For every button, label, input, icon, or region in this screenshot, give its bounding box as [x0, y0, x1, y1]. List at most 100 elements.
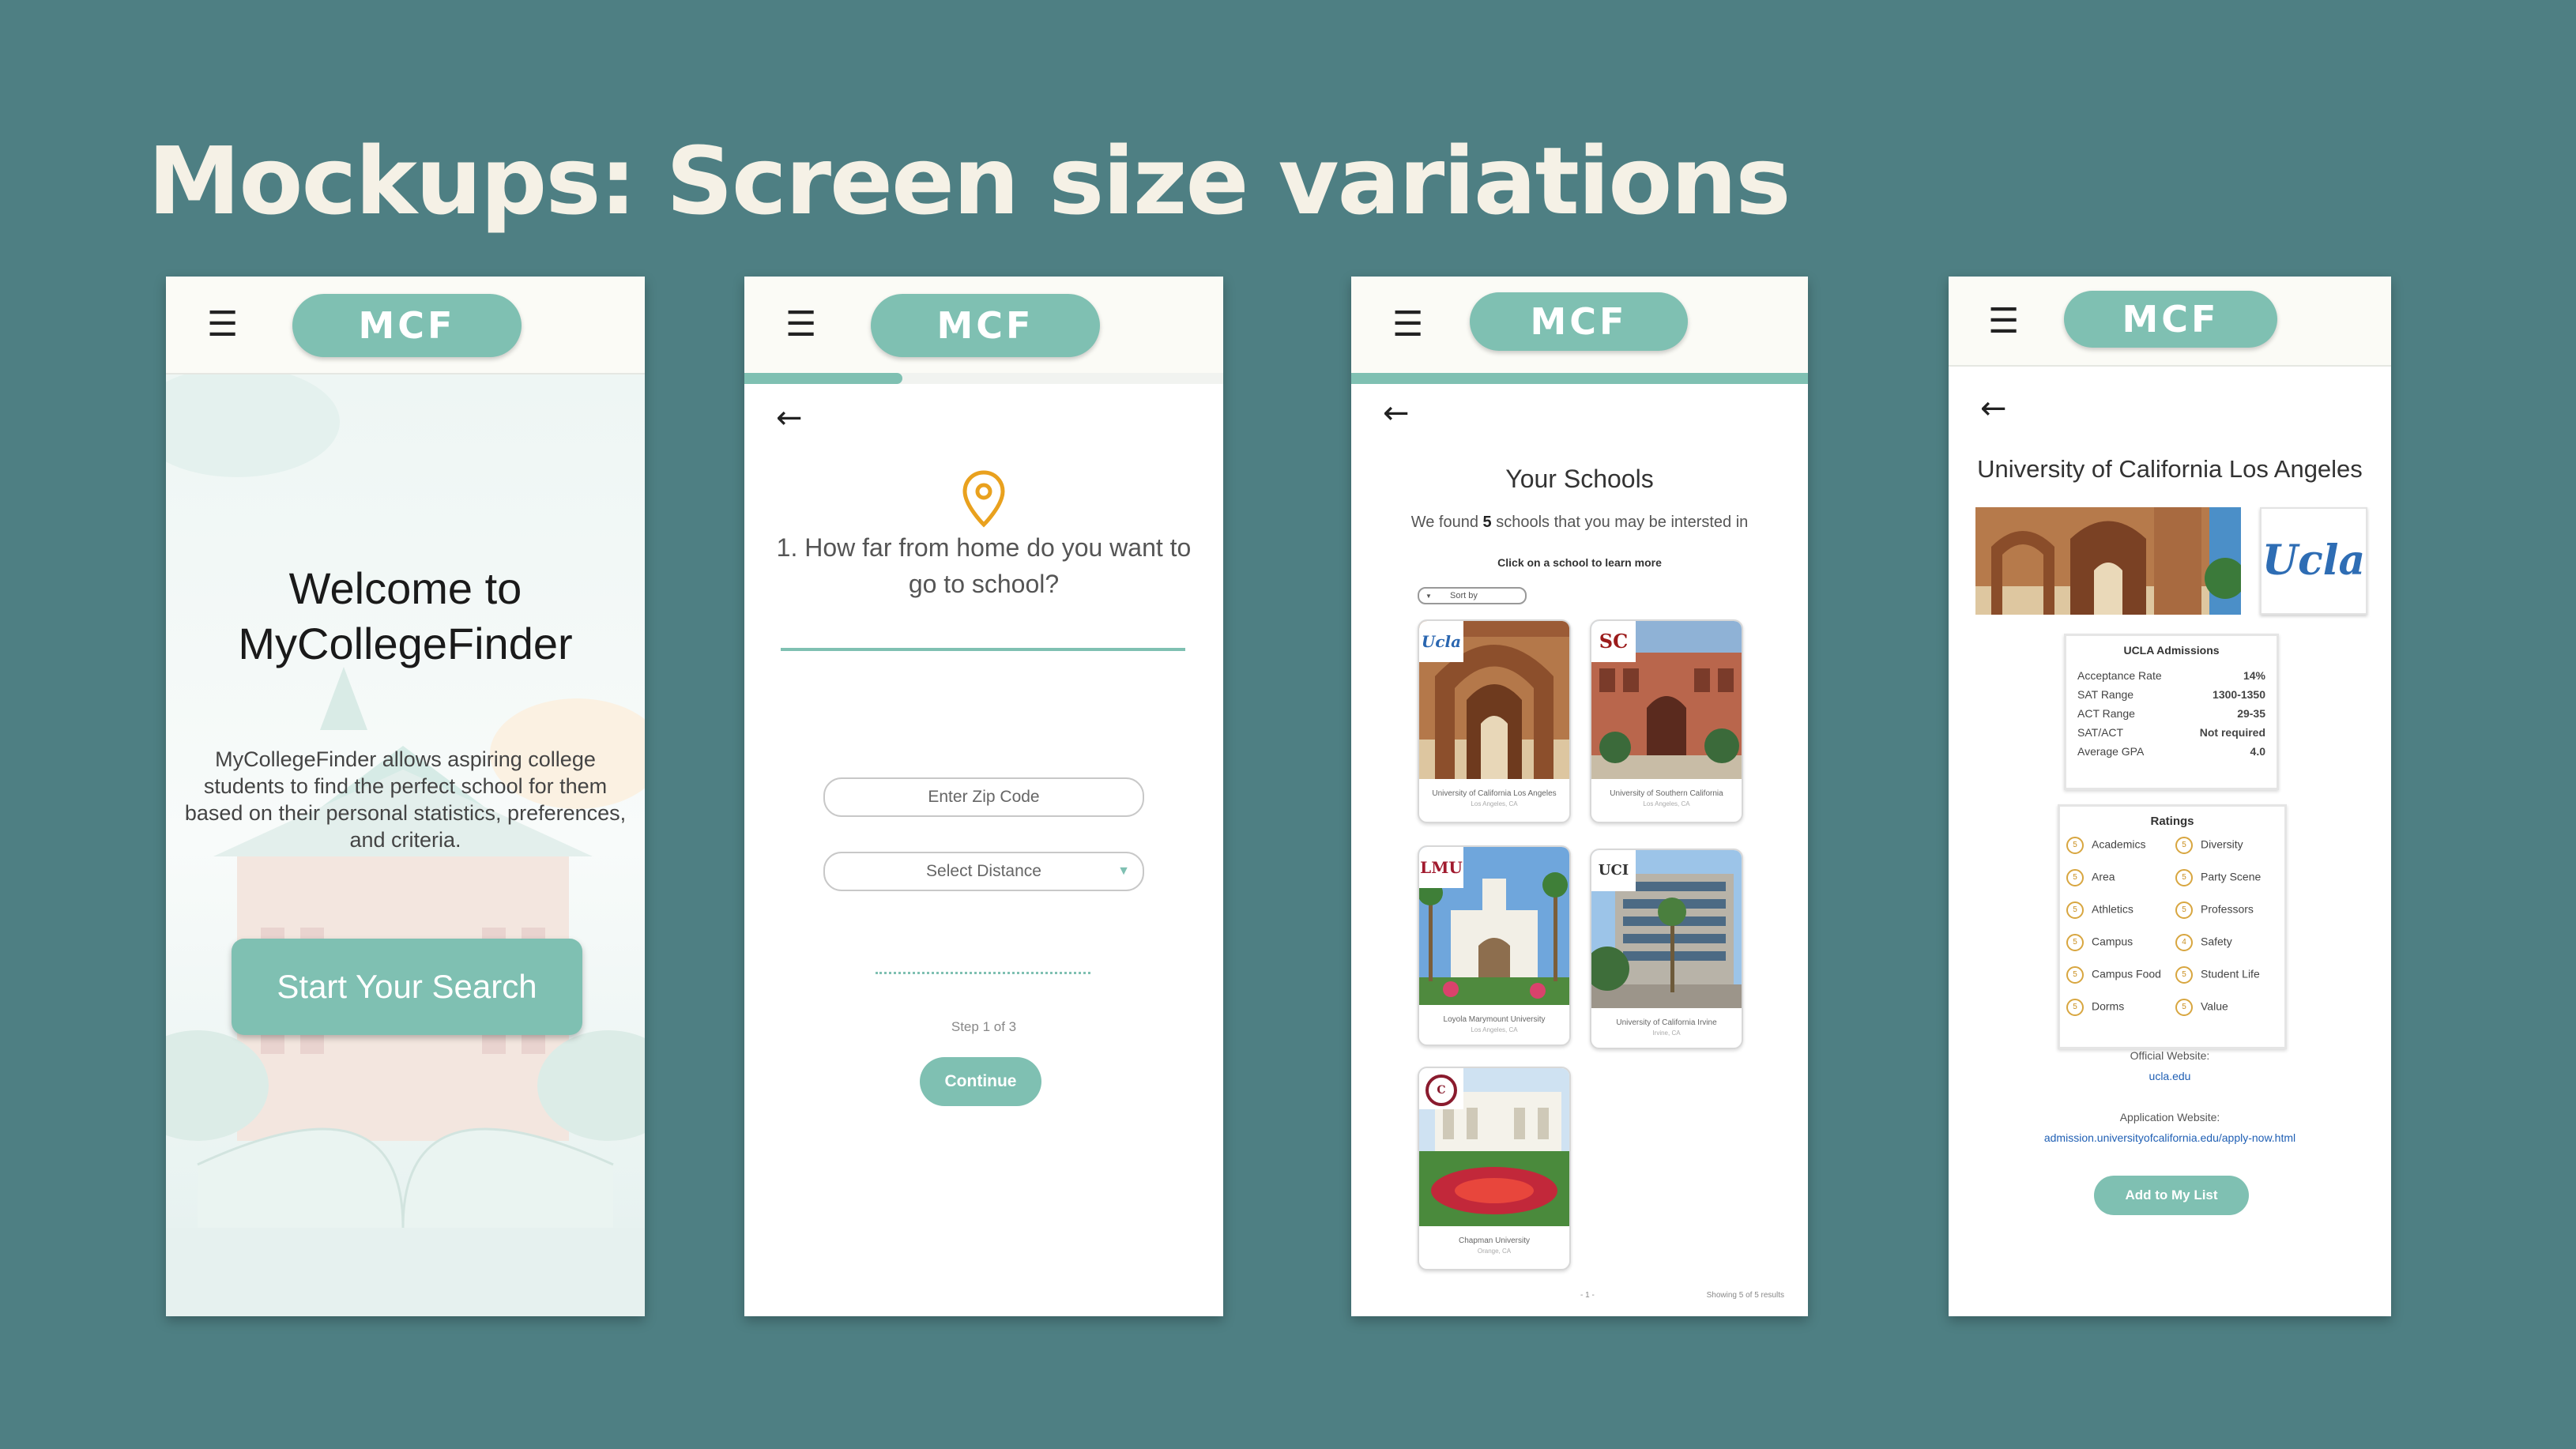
welcome-heading: Welcome to MyCollegeFinder: [238, 563, 573, 668]
phone-welcome: ☰ MCF Welcome to MyCollegeFinder MyColle…: [166, 277, 645, 1316]
application-website-link[interactable]: admission.universityofcalifornia.edu/app…: [2044, 1131, 2295, 1144]
rating-item: 5 Area: [2066, 869, 2115, 886]
progress-fill: [1351, 373, 1808, 384]
school-name: University of California Los Angeles: [1432, 789, 1557, 798]
results-count: Showing 5 of 5 results: [1706, 1291, 1784, 1300]
admission-row: Acceptance Rate 14%: [2077, 669, 2265, 682]
school-card-ucla[interactable]: Ucla University of California Los Angele…: [1418, 619, 1571, 823]
rating-item: 5 Academics: [2066, 837, 2145, 854]
distance-select[interactable]: Select Distance ▼: [823, 852, 1144, 891]
school-photo: [1975, 507, 2241, 615]
app-header: ☰ MCF: [166, 277, 645, 374]
rating-score-icon: 5: [2066, 901, 2084, 919]
school-card-usc[interactable]: SC University of Southern California Los…: [1590, 619, 1743, 823]
rating-score-icon: 5: [2175, 901, 2193, 919]
school-badge: C: [1419, 1068, 1463, 1109]
rating-item: 5 Value: [2175, 999, 2228, 1016]
question-divider: [781, 648, 1185, 651]
school-location: Orange, CA: [1477, 1248, 1512, 1255]
rating-score-icon: 5: [2066, 966, 2084, 984]
app-header: ☰ MCF: [1351, 277, 1808, 374]
rating-score-icon: 5: [2175, 999, 2193, 1016]
ratings-title: Ratings: [2150, 815, 2194, 828]
application-website-link-wrap: admission.universityofcalifornia.edu/app…: [1949, 1131, 2391, 1144]
app-header: ☰ MCF: [1949, 277, 2391, 367]
back-arrow-icon[interactable]: ←: [1383, 395, 1410, 431]
rating-item: 5 Diversity: [2175, 837, 2243, 854]
school-seal-icon: C: [1425, 1074, 1457, 1106]
rating-item: 5 Student Life: [2175, 966, 2260, 984]
school-title: University of California Los Angeles: [1977, 455, 2363, 483]
school-badge: SC: [1591, 621, 1636, 662]
admission-row: SAT Range 1300-1350: [2077, 688, 2265, 701]
chevron-down-icon: ▼: [1425, 593, 1432, 600]
hamburger-icon[interactable]: ☰: [207, 307, 238, 342]
page-indicator[interactable]: - 1 -: [1580, 1291, 1595, 1300]
application-website-label: Application Website:: [2119, 1111, 2220, 1123]
admission-row: SAT/ACT Not required: [2077, 726, 2265, 739]
rating-item: 5 Campus Food: [2066, 966, 2161, 984]
school-card-chapman[interactable]: C Chapman University Orange, CA: [1418, 1067, 1571, 1270]
mcf-logo-button[interactable]: MCF: [1470, 292, 1688, 351]
school-location: Los Angeles, CA: [1471, 1026, 1518, 1033]
school-badge: LMU: [1419, 847, 1463, 888]
step-indicator: Step 1 of 3: [951, 1019, 1017, 1034]
welcome-description: MyCollegeFinder allows aspiring college …: [184, 747, 627, 852]
school-location: Irvine, CA: [1652, 1029, 1681, 1037]
phone-your-schools: ☰ MCF ← Your Schools We found 5 schools …: [1351, 277, 1808, 1316]
hamburger-icon[interactable]: ☰: [1392, 307, 1423, 342]
mcf-logo-button[interactable]: MCF: [871, 294, 1100, 357]
rating-score-icon: 5: [2175, 966, 2193, 984]
rating-score-icon: 5: [2066, 837, 2084, 854]
phone-school-detail: ☰ MCF ← University of California Los Ang…: [1949, 277, 2391, 1316]
school-location: Los Angeles, CA: [1471, 800, 1518, 807]
admission-row: Average GPA 4.0: [2077, 745, 2265, 758]
school-badge: UCI: [1591, 850, 1636, 891]
continue-button[interactable]: Continue: [920, 1057, 1041, 1106]
rating-score-icon: 5: [2066, 869, 2084, 886]
admissions-panel: UCLA Admissions Acceptance Rate 14% SAT R…: [2064, 634, 2279, 790]
hamburger-icon[interactable]: ☰: [1988, 304, 2019, 339]
school-badge: Ucla: [1419, 621, 1463, 662]
mcf-logo-button[interactable]: MCF: [292, 294, 522, 357]
add-to-list-button[interactable]: Add to My List: [2094, 1176, 2249, 1215]
question-text: 1. How far from home do you want to go t…: [776, 533, 1192, 598]
rating-score-icon: 5: [2175, 869, 2193, 886]
sort-dropdown[interactable]: ▼ Sort by: [1418, 587, 1527, 604]
admissions-title: UCLA Admissions: [2123, 644, 2220, 657]
mcf-logo-button[interactable]: MCF: [2064, 291, 2277, 348]
rating-item: 5 Dorms: [2066, 999, 2124, 1016]
slide-title: Mockups: Screen size variations: [148, 126, 1791, 235]
results-summary: We found 5 schools that you may be inter…: [1410, 514, 1749, 531]
app-header: ☰ MCF: [744, 277, 1223, 374]
official-website-link-wrap: ucla.edu: [1949, 1070, 2391, 1082]
rating-item: 5 Professors: [2175, 901, 2254, 919]
hamburger-icon[interactable]: ☰: [785, 307, 816, 342]
phone-question: ☰ MCF ← 1. How far from home do you want…: [744, 277, 1223, 1316]
school-name: University of Southern California: [1610, 789, 1723, 798]
start-search-button[interactable]: Start Your Search: [232, 939, 582, 1035]
school-name: University of California Irvine: [1616, 1018, 1717, 1027]
progress-fill: [744, 373, 902, 384]
school-name: Loyola Marymount University: [1443, 1015, 1546, 1024]
admission-row: ACT Range 29-35: [2077, 707, 2265, 720]
zip-code-input[interactable]: Enter Zip Code: [823, 777, 1144, 817]
rating-score-icon: 5: [2066, 999, 2084, 1016]
official-website-link[interactable]: ucla.edu: [2149, 1070, 2191, 1082]
school-card-uci[interactable]: UCI University of California Irvine Irvi…: [1590, 849, 1743, 1049]
back-arrow-icon[interactable]: ←: [1980, 390, 2007, 427]
results-hint: Click on a school to learn more: [1497, 556, 1662, 569]
progress-track: [744, 373, 1223, 384]
ucla-logo: Ucla: [2260, 507, 2367, 615]
ratings-panel: Ratings 5 Academics 5 Area 5 Athletics 5 Cam…: [2058, 804, 2287, 1049]
location-pin-icon: [962, 470, 1005, 528]
school-card-lmu[interactable]: LMU Loyola Marymount University Los Ange…: [1418, 845, 1571, 1046]
rating-item: 5 Athletics: [2066, 901, 2133, 919]
school-location: Los Angeles, CA: [1643, 800, 1690, 807]
chevron-down-icon: ▼: [1117, 864, 1130, 878]
rating-score-icon: 5: [2066, 934, 2084, 951]
rating-item: 5 Party Scene: [2175, 869, 2261, 886]
page-title: Your Schools: [1505, 465, 1654, 493]
back-arrow-icon[interactable]: ←: [776, 400, 803, 436]
school-name: Chapman University: [1458, 1236, 1531, 1245]
